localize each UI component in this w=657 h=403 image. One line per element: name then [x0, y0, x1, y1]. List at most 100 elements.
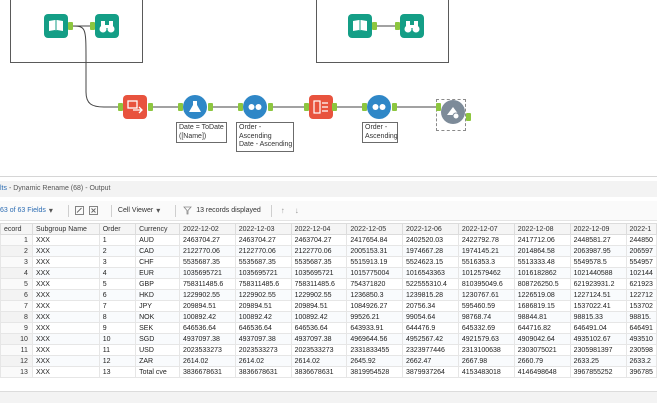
table-cell[interactable]: 3879937264 [402, 366, 459, 378]
table-cell[interactable]: 9 [98, 322, 137, 334]
table-cell[interactable]: 4153483018 [457, 366, 515, 378]
table-row[interactable]: 6 XXX 6 HKD 1229902.55 1229902.55 1229902.55 12… [0, 289, 657, 301]
record-number-cell[interactable]: 4 [0, 267, 33, 279]
table-cell[interactable]: 396785 [625, 366, 657, 378]
table-cell[interactable]: 4937097.38 [290, 333, 348, 345]
table-cell[interactable]: 2 [98, 245, 137, 257]
table-cell[interactable]: GBP [135, 278, 180, 290]
table-cell[interactable]: 621923931.2 [569, 278, 627, 290]
table-cell[interactable]: 644716.82 [513, 322, 571, 334]
column-header[interactable]: Currency [135, 223, 180, 235]
table-cell[interactable]: 1974145.21 [457, 245, 515, 257]
table-cell[interactable]: 2303075021 [513, 344, 571, 356]
table-row[interactable]: 10 XXX 10 SGD 4937097.38 4937097.38 4937097.38… [0, 333, 657, 345]
table-cell[interactable]: 1230767.61 [457, 289, 515, 301]
output-anchor[interactable] [466, 113, 471, 121]
record-number-cell[interactable]: 3 [0, 256, 33, 268]
table-cell[interactable]: 4909042.64 [513, 333, 571, 345]
table-cell[interactable]: 3836678631 [178, 366, 236, 378]
table-cell[interactable]: 1229902.55 [290, 289, 348, 301]
table-cell[interactable]: 4 [98, 267, 137, 279]
table-cell[interactable]: XXX [31, 311, 100, 323]
table-row[interactable]: 13 XXX 13 Total cve 3836678631 3836678631 3836… [0, 366, 657, 378]
table-cell[interactable]: 554957 [625, 256, 657, 268]
table-cell[interactable]: 2305981397 [569, 344, 627, 356]
table-row[interactable]: 7 XXX 7 JPY 209894.51 209894.51 209894.51 10849… [0, 300, 657, 312]
horizontal-scrollbar[interactable] [0, 391, 657, 403]
table-cell[interactable]: JPY [135, 300, 180, 312]
table-cell[interactable]: 100892.42 [178, 311, 236, 323]
table-cell[interactable]: USD [135, 344, 180, 356]
table-cell[interactable]: 2422792.78 [457, 234, 515, 246]
table-row[interactable]: 5 XXX 5 GBP 758311485.6 758311485.6 758311485.… [0, 278, 657, 290]
table-cell[interactable]: 10 [98, 333, 137, 345]
table-cell[interactable]: 2614.02 [234, 355, 292, 367]
column-header[interactable]: 2022-1 [625, 223, 657, 235]
table-cell[interactable]: 2402520.03 [402, 234, 459, 246]
table-cell[interactable]: 2417654.84 [346, 234, 404, 246]
table-cell[interactable]: 12 [98, 355, 137, 367]
table-cell[interactable]: XXX [31, 245, 100, 257]
table-cell[interactable]: 2633.2 [625, 355, 657, 367]
table-cell[interactable]: 4146498648 [513, 366, 571, 378]
column-header[interactable]: 2022-12-09 [569, 223, 627, 235]
table-cell[interactable]: 1974667.28 [402, 245, 459, 257]
table-cell[interactable]: 2633.25 [569, 355, 627, 367]
table-cell[interactable]: 5516353.3 [457, 256, 515, 268]
table-cell[interactable]: 5524623.15 [402, 256, 459, 268]
table-cell[interactable]: 758311485.6 [178, 278, 236, 290]
table-cell[interactable]: 2448581.27 [569, 234, 627, 246]
table-cell[interactable]: 244850 [625, 234, 657, 246]
output-anchor[interactable] [372, 22, 377, 30]
output-anchor[interactable] [68, 22, 73, 30]
table-cell[interactable]: 754371820 [346, 278, 404, 290]
table-cell[interactable]: 209894.51 [234, 300, 292, 312]
results-table[interactable]: ecord Subgroup Name Order Currency 2022-12-0… [0, 223, 657, 378]
table-row[interactable]: 2 XXX 2 CAD 2122770.06 2122770.06 2122770.06 20… [0, 245, 657, 257]
table-cell[interactable]: AUD [135, 234, 180, 246]
table-cell[interactable]: 3967855252 [569, 366, 627, 378]
table-cell[interactable]: 1035695721 [178, 267, 236, 279]
table-cell[interactable]: EUR [135, 267, 180, 279]
table-cell[interactable]: XXX [31, 366, 100, 378]
table-cell[interactable]: 522555310.4 [402, 278, 459, 290]
table-cell[interactable]: 7 [98, 300, 137, 312]
table-row[interactable]: 3 XXX 3 CHF 5535687.35 5535687.35 5535687.35 55… [0, 256, 657, 268]
table-cell[interactable]: XXX [31, 289, 100, 301]
arrow-up-icon[interactable]: ↑ [278, 206, 288, 216]
table-cell[interactable]: 1015775004 [346, 267, 404, 279]
table-cell[interactable]: 102144 [625, 267, 657, 279]
record-number-cell[interactable]: 6 [0, 289, 33, 301]
table-cell[interactable]: 808726250.5 [513, 278, 571, 290]
column-header[interactable]: 2022-12-04 [290, 223, 348, 235]
table-cell[interactable]: 758311485.6 [290, 278, 348, 290]
table-cell[interactable]: 2005153.31 [346, 245, 404, 257]
table-cell[interactable]: 3836678631 [290, 366, 348, 378]
table-cell[interactable]: XXX [31, 278, 100, 290]
table-cell[interactable]: 5513333.48 [513, 256, 571, 268]
table-cell[interactable]: 5535687.35 [178, 256, 236, 268]
table-cell[interactable]: 1236850.3 [346, 289, 404, 301]
table-cell[interactable]: 8 [98, 311, 137, 323]
table-cell[interactable]: 646536.64 [234, 322, 292, 334]
table-cell[interactable]: CAD [135, 245, 180, 257]
table-cell[interactable]: 2122770.06 [290, 245, 348, 257]
table-cell[interactable]: 2463704.27 [234, 234, 292, 246]
table-row[interactable]: 1 XXX 1 AUD 2463704.27 2463704.27 2463704.27 24… [0, 234, 657, 246]
table-cell[interactable]: XXX [31, 256, 100, 268]
input-data-tool-2[interactable] [348, 14, 372, 38]
table-cell[interactable]: 4952567.42 [402, 333, 459, 345]
table-cell[interactable]: 100892.42 [234, 311, 292, 323]
table-row[interactable]: 11 XXX 11 USD 2023533273 2023533273 2023533273… [0, 344, 657, 356]
table-cell[interactable]: 2463704.27 [290, 234, 348, 246]
cell-viewer-dropdown[interactable]: Cell Viewer ▾ [118, 204, 163, 218]
table-cell[interactable]: 2063987.95 [569, 245, 627, 257]
table-cell[interactable]: 493510 [625, 333, 657, 345]
output-anchor[interactable] [332, 103, 337, 111]
table-cell[interactable]: 2645.92 [346, 355, 404, 367]
record-number-cell[interactable]: 7 [0, 300, 33, 312]
column-header[interactable]: Subgroup Name [31, 223, 100, 235]
table-cell[interactable]: 2313100638 [457, 344, 515, 356]
input-data-tool[interactable] [44, 14, 68, 38]
record-number-cell[interactable]: 5 [0, 278, 33, 290]
